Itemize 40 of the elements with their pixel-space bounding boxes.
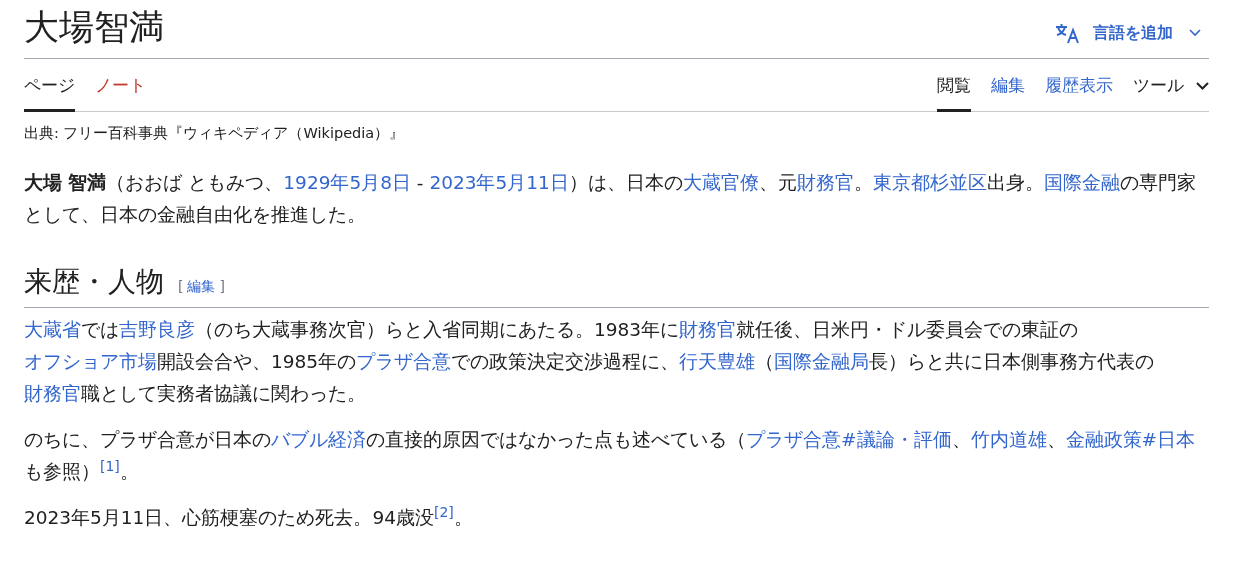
section-heading: 来歴・人物 <box>24 264 164 300</box>
link[interactable]: 東京都杉並区 <box>872 172 987 193</box>
link[interactable]: 財務官 <box>796 172 854 193</box>
translate-icon <box>1055 22 1081 44</box>
link[interactable]: 国際金融 <box>1043 172 1120 193</box>
view-tab[interactable]: 履歴表示 <box>1045 59 1113 112</box>
link[interactable]: 財務官 <box>24 383 81 404</box>
link[interactable]: バブル経済 <box>271 429 366 450</box>
link[interactable]: 行天豊雄 <box>679 351 756 372</box>
link[interactable]: 大蔵官僚 <box>682 172 759 193</box>
citation-link[interactable]: [1] <box>100 457 120 474</box>
tools-menu[interactable]: ツール <box>1133 59 1209 112</box>
link[interactable]: 大蔵省 <box>24 319 81 340</box>
link[interactable]: プラザ合意#議論・評価 <box>746 429 952 450</box>
chevron-down-icon <box>1189 29 1201 37</box>
bracket: [ <box>178 278 184 296</box>
language-button[interactable]: 言語を追加 <box>1055 22 1209 44</box>
edit-link[interactable]: 編集 <box>187 278 216 296</box>
bracket: ] <box>219 278 225 296</box>
link[interactable]: 財務官 <box>679 319 737 340</box>
link[interactable]: 吉野良彦 <box>119 319 195 340</box>
view-tab[interactable]: 閲覧 <box>937 59 971 112</box>
link[interactable]: オフショア市場 <box>24 351 157 372</box>
page-title: 大場智満 <box>24 5 164 49</box>
link[interactable]: 国際金融局 <box>774 351 870 372</box>
link[interactable]: 竹内道雄 <box>970 429 1047 450</box>
body-paragraph: 大蔵省では吉野良彦（のち大蔵事務次官）らと入省同期にあたる。1983年に財務官就任後、日米円・ドル委員会での東証の オフショア市場開設会合や、1985年のプラザ合意での政策決定交渉過程に、行天豊雄（国際金融局長）らと共に日本側事務方代表の 財務官職として実務者協議に関わった。 <box>24 318 1156 406</box>
link[interactable]: 2023年5月11日 <box>429 172 569 193</box>
body-paragraph: のちに、プラザ合意が日本のバブル経済の直接的原因ではなかった点も述べている（プラザ合意#議論・評価、竹内道雄、金融政策#日本 も参照）$^{[1]}$。 <box>24 428 1197 484</box>
citation-link[interactable]: [2] <box>433 503 454 520</box>
lead-paragraph: 大場 智満（おおば ともみつ、1929年5月8日 - 2023年5月11日）は、日本の大蔵官僚、元財務官。東京都杉並区出身。国際金融の専門家として、日本の金融自由化を推進した。 <box>24 171 1197 227</box>
link[interactable]: プラザ合意 <box>356 351 452 372</box>
link[interactable]: 金融政策#日本 <box>1065 429 1196 450</box>
site-tagline: 出典: フリー百科事典『ウィキペディア（Wikipedia）』 <box>24 124 406 143</box>
view-tab[interactable]: 編集 <box>991 59 1025 112</box>
link[interactable]: 1929年5月8日 <box>283 172 411 193</box>
body-paragraph: 2023年5月11日、心筋梗塞のため死去。94歳没$^{[2]}$。 <box>24 502 474 530</box>
namespace-tab[interactable]: ページ <box>24 59 75 112</box>
namespace-tab[interactable]: ノート <box>95 59 146 112</box>
chevron-down-icon <box>1196 81 1209 90</box>
